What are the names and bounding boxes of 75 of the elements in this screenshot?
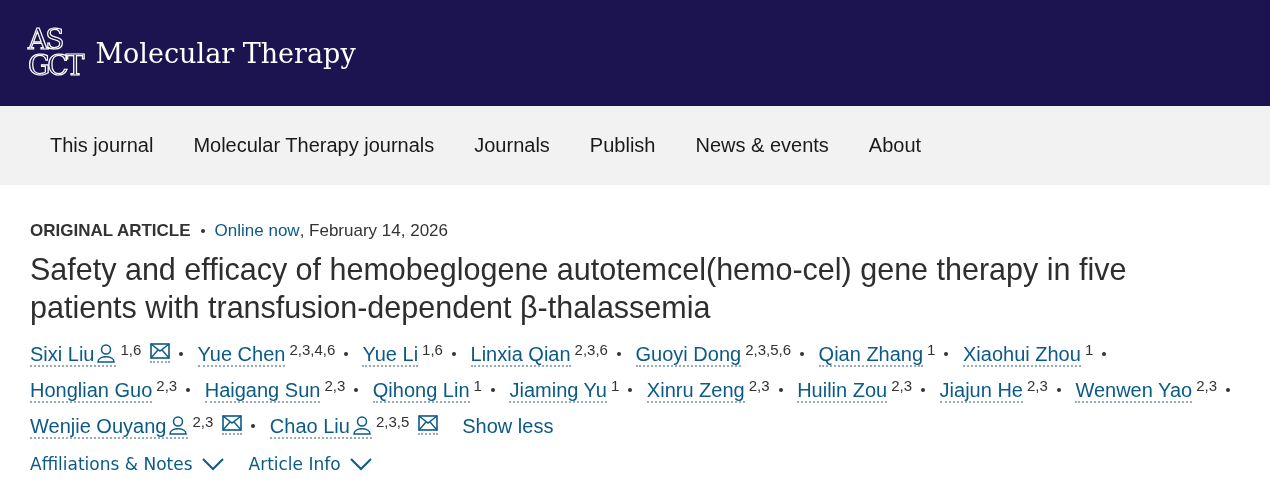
- status-link[interactable]: Online now: [214, 221, 300, 241]
- email-link[interactable]: [418, 415, 439, 435]
- nav-link[interactable]: Publish: [569, 134, 676, 157]
- affiliation-numbers: 1,6: [120, 341, 142, 358]
- affiliation-numbers: 1: [1084, 341, 1094, 358]
- separator-dot: [344, 352, 349, 356]
- separator-dot: [200, 229, 205, 233]
- affiliation-numbers: 1,6: [422, 341, 443, 358]
- affiliation-numbers: 2,3: [1027, 377, 1048, 394]
- affiliation-numbers: 1: [927, 341, 936, 358]
- nav-link[interactable]: About: [848, 134, 942, 157]
- separator-dot: [628, 388, 633, 392]
- author-link[interactable]: Qian Zhang: [818, 343, 924, 367]
- separator-dot: [179, 352, 184, 356]
- author-link[interactable]: Xiaohui Zhou: [963, 343, 1081, 367]
- envelope-icon: [150, 343, 171, 359]
- author-link[interactable]: Wenwen Yao: [1075, 379, 1193, 403]
- author-link[interactable]: Huilin Zou: [797, 379, 888, 403]
- separator-dot: [1102, 352, 1107, 356]
- section-toggle[interactable]: Article Info: [248, 454, 373, 474]
- affiliation-numbers: 2,3: [1196, 377, 1217, 394]
- author-link[interactable]: Wenjie Ouyang: [30, 415, 189, 439]
- show-less-link[interactable]: Show less: [462, 415, 554, 437]
- separator-dot: [451, 352, 456, 356]
- affiliation-numbers: 2,3: [192, 413, 214, 430]
- separator-dot: [616, 352, 621, 356]
- author-link[interactable]: Yue Li: [362, 343, 419, 367]
- affiliation-numbers: 2,3,4,6: [289, 341, 336, 358]
- author-link[interactable]: Honglian Guo: [30, 379, 153, 403]
- publication-date: , February 14, 2026: [299, 221, 448, 241]
- person-icon: [351, 415, 372, 435]
- email-link[interactable]: [222, 415, 243, 435]
- nav-link[interactable]: This journal: [30, 134, 174, 157]
- nav-link[interactable]: Journals: [454, 134, 570, 157]
- author-link[interactable]: Guoyi Dong: [635, 343, 742, 367]
- section-toggle[interactable]: Affiliations & Notes: [30, 454, 225, 474]
- author-link[interactable]: Haigang Sun: [204, 379, 321, 403]
- affiliation-numbers: 2,3: [748, 377, 770, 394]
- affiliation-numbers: 2,3,6: [574, 341, 608, 358]
- affiliation-numbers: 2,3,5: [375, 413, 410, 430]
- author-link[interactable]: Jiaming Yu: [509, 379, 607, 403]
- separator-dot: [1056, 388, 1061, 392]
- person-icon: [96, 343, 117, 363]
- journal-title[interactable]: Molecular Therapy: [95, 37, 356, 69]
- affiliation-numbers: 2,3: [891, 377, 913, 394]
- person-icon: [168, 415, 189, 435]
- separator-dot: [186, 388, 191, 392]
- affiliation-numbers: 2,3: [324, 377, 346, 394]
- affiliation-numbers: 1: [473, 377, 482, 394]
- separator-dot: [251, 424, 256, 428]
- author-link[interactable]: Linxia Qian: [470, 343, 571, 367]
- nav-link[interactable]: News & events: [675, 134, 849, 157]
- author-link[interactable]: Jiajun He: [939, 379, 1023, 403]
- envelope-icon: [418, 415, 439, 431]
- author-link[interactable]: Xinru Zeng: [646, 379, 745, 403]
- article-title: Safety and efficacy of hemobeglogene autotemcel(hemo-cel) gene therapy in five patients with transfusion-dependent β-thalassemia: [30, 251, 1128, 326]
- envelope-icon: [222, 415, 243, 431]
- author-link[interactable]: Sixi Liu: [30, 343, 117, 367]
- author-link[interactable]: Qihong Lin: [372, 379, 470, 403]
- affiliation-numbers: 2,3: [156, 377, 178, 394]
- separator-dot: [490, 388, 495, 392]
- nav-link[interactable]: Molecular Therapy journals: [173, 134, 455, 157]
- separator-dot: [921, 388, 926, 392]
- author-link[interactable]: Chao Liu: [269, 415, 372, 439]
- affiliation-numbers: 2,3,5,6: [745, 341, 791, 358]
- affiliation-numbers: 1: [610, 377, 620, 394]
- separator-dot: [1226, 388, 1230, 392]
- logo[interactable]: AS GCT: [28, 27, 82, 79]
- author-link[interactable]: Yue Chen: [197, 343, 286, 367]
- separator-dot: [354, 388, 359, 392]
- article-type: ORIGINAL ARTICLE: [30, 221, 191, 241]
- email-link[interactable]: [150, 343, 171, 363]
- separator-dot: [778, 388, 783, 392]
- separator-dot: [944, 352, 949, 356]
- separator-dot: [800, 352, 804, 356]
